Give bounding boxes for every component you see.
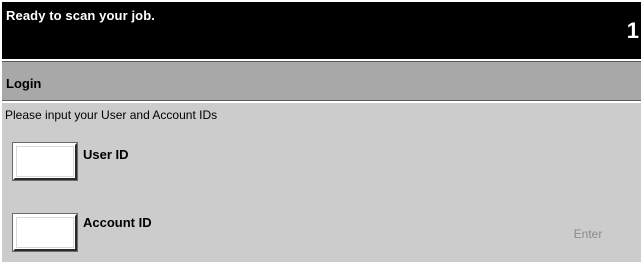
user-id-button[interactable] (13, 143, 77, 180)
user-id-label: User ID (83, 147, 129, 162)
account-id-label: Account ID (83, 215, 152, 230)
login-panel: Please input your User and Account IDs U… (2, 103, 641, 262)
title-bar: Login (2, 61, 641, 101)
enter-button[interactable]: Enter (558, 223, 618, 245)
instruction-text: Please input your User and Account IDs (5, 108, 218, 122)
account-id-button[interactable] (13, 214, 77, 251)
status-message: Ready to scan your job. (6, 8, 155, 23)
status-bar: Ready to scan your job. 1 (2, 2, 641, 59)
job-count: 1 (626, 18, 639, 43)
page-title: Login (6, 76, 42, 91)
